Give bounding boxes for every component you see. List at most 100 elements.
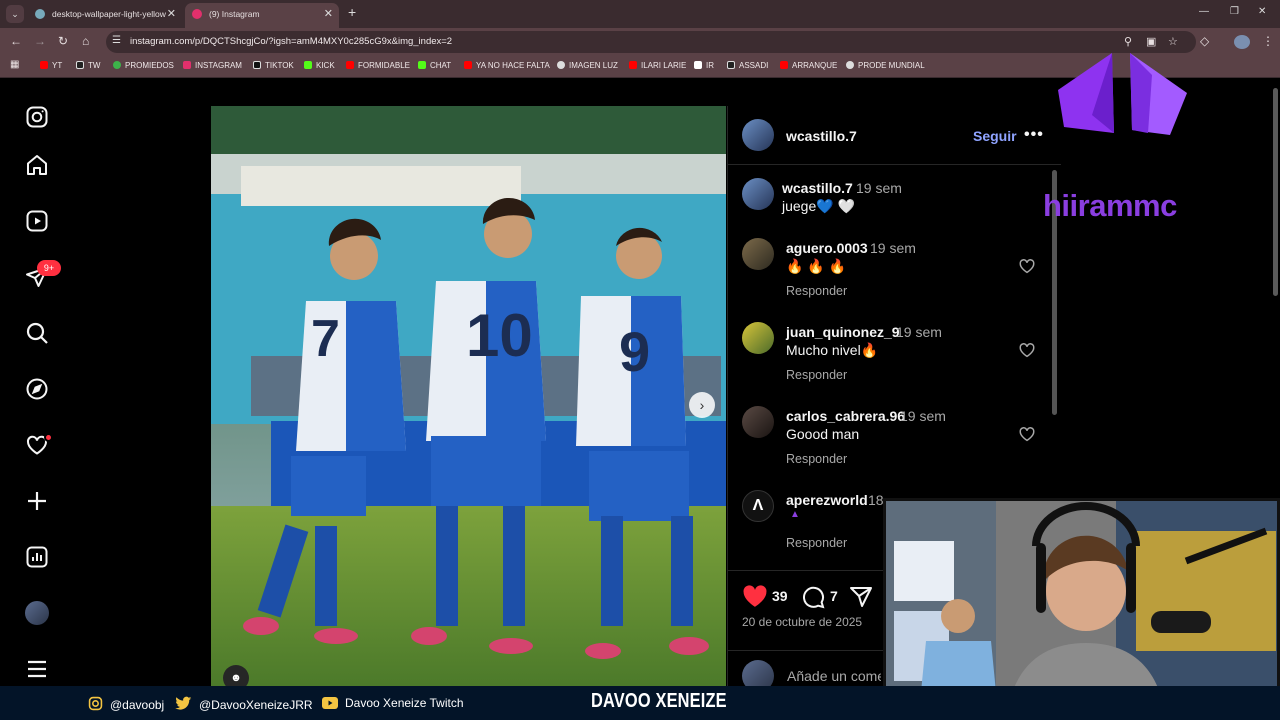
tab-instagram[interactable]: (9) Instagram ✕ [185, 3, 339, 28]
twitter-social-handle: @DavooXeneizeJRR [175, 696, 313, 714]
tiktok-icon [253, 61, 261, 69]
comment-text: ▲ [790, 509, 800, 520]
x-icon [727, 61, 735, 69]
extensions-icon[interactable]: ◇ [1200, 34, 1209, 48]
minimize-button[interactable]: — [1199, 6, 1209, 17]
comment-avatar[interactable] [742, 238, 774, 270]
like-comment-heart-icon[interactable] [1018, 257, 1036, 275]
bookmark-ir[interactable]: IR [694, 61, 714, 70]
browser-menu-icon[interactable]: ⋮ [1262, 34, 1274, 48]
mk-icon [694, 61, 702, 69]
close-window-button[interactable]: ✕ [1258, 6, 1266, 17]
tab-label: desktop-wallpaper-light-yellow [52, 9, 166, 19]
share-icon[interactable] [849, 585, 873, 614]
tab-label: (9) Instagram [209, 9, 260, 19]
tab-wallpaper[interactable]: desktop-wallpaper-light-yellow ✕ [28, 3, 182, 28]
more-menu-icon[interactable] [24, 656, 50, 682]
reply-button[interactable]: Responder [786, 452, 847, 466]
profile-avatar[interactable] [1234, 35, 1250, 49]
post-date: 20 de octubre de 2025 [742, 615, 863, 629]
comment-username[interactable]: juan_quinonez_9 [786, 324, 900, 340]
youtube-icon [780, 61, 788, 69]
comment-text: Mucho nivel🔥 [786, 342, 879, 358]
comment-username[interactable]: carlos_cabrera.96 [786, 408, 905, 424]
post-photo[interactable]: 7 10 9 [211, 106, 726, 686]
bookmark-assadi[interactable]: ASSADI [727, 61, 768, 70]
create-plus-icon[interactable] [24, 488, 50, 514]
bookmark-prode-mundial[interactable]: PRODE MUNDIAL [846, 61, 925, 70]
instagram-logo-icon[interactable] [24, 104, 50, 130]
tab-search-button[interactable]: ⌄ [6, 5, 24, 23]
bookmark-tw[interactable]: TW [76, 61, 100, 70]
address-bar[interactable]: ☰ instagram.com/p/DQCTShcgjCo/?igsh=amM4… [106, 31, 1196, 53]
search-icon[interactable] [24, 320, 50, 346]
like-heart-icon[interactable] [742, 584, 768, 613]
close-tab-icon[interactable]: ✕ [324, 3, 333, 25]
caption-avatar[interactable] [742, 178, 774, 210]
follow-button[interactable]: Seguir [973, 128, 1017, 144]
comment-text: Goood man [786, 426, 860, 442]
apps-grid-icon[interactable]: ▦ [10, 59, 19, 70]
like-count[interactable]: 39 [772, 588, 788, 604]
page-scrollbar[interactable] [1273, 88, 1278, 296]
like-comment-heart-icon[interactable] [1018, 341, 1036, 359]
bookmark-formidable[interactable]: FORMIDABLE [346, 61, 410, 70]
divider [727, 164, 1061, 165]
instagram-icon [88, 696, 103, 714]
explore-icon[interactable] [24, 376, 50, 402]
close-tab-icon[interactable]: ✕ [167, 3, 176, 25]
next-image-button[interactable]: › [689, 392, 715, 418]
dashboard-icon[interactable] [24, 544, 50, 570]
add-comment-input[interactable]: Añade un comentario... [787, 668, 881, 684]
author-username[interactable]: wcastillo.7 [786, 128, 857, 144]
forward-button[interactable]: → [34, 34, 46, 48]
bookmark-imagen-luz[interactable]: IMAGEN LUZ [557, 61, 618, 70]
comment-time: 19 sem [900, 408, 946, 424]
bookmark-chat[interactable]: CHAT [418, 61, 451, 70]
comment-username[interactable]: aperezworld [786, 492, 868, 508]
bookmark-arranque[interactable]: ARRANQUE [780, 61, 837, 70]
twitter-bird-icon [175, 696, 192, 714]
comment-avatar[interactable] [742, 406, 774, 438]
reply-button[interactable]: Responder [786, 536, 847, 550]
bookmark-ya-no-hace-falta[interactable]: YA NO HACE FALTA [464, 61, 550, 70]
caption-username[interactable]: wcastillo.7 [782, 180, 853, 196]
reply-button[interactable]: Responder [786, 284, 847, 298]
globe-icon [35, 9, 45, 19]
youtube-icon [40, 61, 48, 69]
site-info-icon[interactable]: ☰ [112, 35, 121, 46]
streamer-banner-title: DAVOO XENEIZE [591, 690, 727, 712]
reply-button[interactable]: Responder [786, 368, 847, 382]
comment-avatar[interactable] [742, 322, 774, 354]
reload-button[interactable]: ↻ [58, 34, 68, 48]
instagram-icon [192, 9, 202, 19]
bookmark-instagram[interactable]: INSTAGRAM [183, 61, 242, 70]
caption-time: 19 sem [856, 180, 902, 196]
comment-avatar[interactable]: Λ [742, 490, 774, 522]
instagram-icon [183, 61, 191, 69]
bookmark-kick[interactable]: KICK [304, 61, 335, 70]
instagram-social-handle: @davoobj [88, 696, 164, 714]
profile-avatar[interactable] [24, 600, 50, 626]
promiedos-icon [113, 61, 121, 69]
reels-icon[interactable] [24, 208, 50, 234]
new-tab-button[interactable]: + [348, 4, 356, 20]
comment-username[interactable]: aguero.0003 [786, 240, 868, 256]
home-icon[interactable] [24, 152, 50, 178]
comment-bubble-icon[interactable] [801, 585, 825, 614]
bookmark-promiedos[interactable]: PROMIEDOS [113, 61, 174, 70]
bookmark-tiktok[interactable]: TIKTOK [253, 61, 294, 70]
comment-text: 🔥 🔥 🔥 [786, 258, 847, 274]
author-avatar[interactable] [742, 119, 774, 151]
comment-time: 19 sem [870, 240, 916, 256]
back-button[interactable]: ← [10, 34, 22, 48]
bookmark-ilari-larie[interactable]: ILARI LARIE [629, 61, 686, 70]
globe-icon [846, 61, 854, 69]
more-options-button[interactable]: ••• [1024, 126, 1044, 144]
like-comment-heart-icon[interactable] [1018, 425, 1036, 443]
x-icon [76, 61, 84, 69]
bookmark-yt[interactable]: YT [40, 61, 62, 70]
maximize-button[interactable]: ❐ [1230, 6, 1239, 17]
home-button[interactable]: ⌂ [82, 34, 89, 48]
youtube-icon [346, 61, 354, 69]
